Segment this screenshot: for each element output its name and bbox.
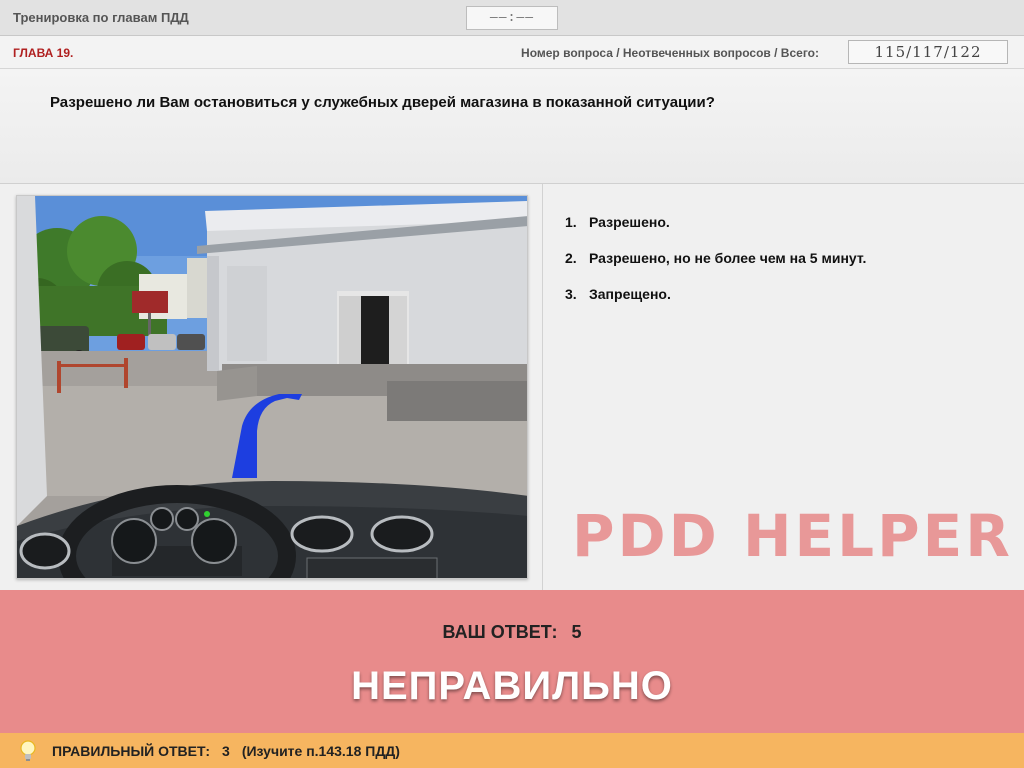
answer-text: Разрешено.: [589, 214, 670, 230]
answer-option-3[interactable]: 3. Запрещено.: [565, 286, 1005, 302]
answer-number: 1.: [565, 214, 577, 230]
timer-display: ––:––: [466, 6, 558, 30]
image-panel: [0, 184, 543, 590]
question-area: Разрешено ли Вам остановиться у служебны…: [0, 69, 1024, 184]
verdict-text: НЕПРАВИЛЬНО: [351, 664, 673, 708]
correct-answer: ПРАВИЛЬНЫЙ ОТВЕТ: 3 (Изучите п.143.18 ПДД): [52, 743, 400, 759]
app-title: Тренировка по главам ПДД: [13, 10, 189, 25]
question-text: Разрешено ли Вам остановиться у служебны…: [50, 94, 715, 111]
correct-answer-hint: (Изучите п.143.18 ПДД): [241, 743, 400, 759]
answers-list: 1. Разрешено. 2. Разрешено, но не более че…: [565, 214, 1005, 322]
your-answer-label: ВАШ ОТВЕТ:: [442, 622, 558, 642]
answer-text: Запрещено.: [589, 286, 671, 302]
question-counter-label: Номер вопроса / Неотвеченных вопросов / …: [521, 46, 819, 60]
correct-answer-value: 3: [222, 743, 230, 759]
correct-answer-bar: ПРАВИЛЬНЫЙ ОТВЕТ: 3 (Изучите п.143.18 ПДД): [0, 733, 1024, 768]
answer-number: 3.: [565, 286, 577, 302]
answer-number: 2.: [565, 250, 577, 266]
answer-option-2[interactable]: 2. Разрешено, но не более чем на 5 минут.: [565, 250, 1005, 266]
question-counter: 115/117/122: [848, 40, 1008, 64]
result-panel: ВАШ ОТВЕТ: 5 НЕПРАВИЛЬНО: [0, 590, 1024, 733]
correct-answer-label: ПРАВИЛЬНЫЙ ОТВЕТ:: [52, 743, 211, 759]
answer-text: Разрешено, но не более чем на 5 минут.: [589, 250, 867, 266]
lightbulb-icon: [20, 740, 36, 761]
your-answer: ВАШ ОТВЕТ: 5: [0, 622, 1024, 643]
watermark: PDD HELPER: [572, 502, 1013, 570]
top-bar: Тренировка по главам ПДД ––:––: [0, 0, 1024, 36]
question-image: [16, 195, 528, 579]
chapter-label: ГЛАВА 19.: [13, 46, 74, 60]
answer-option-1[interactable]: 1. Разрешено.: [565, 214, 1005, 230]
your-answer-value: 5: [571, 622, 582, 642]
question-content: 1. Разрешено. 2. Разрешено, но не более че…: [0, 184, 1024, 590]
